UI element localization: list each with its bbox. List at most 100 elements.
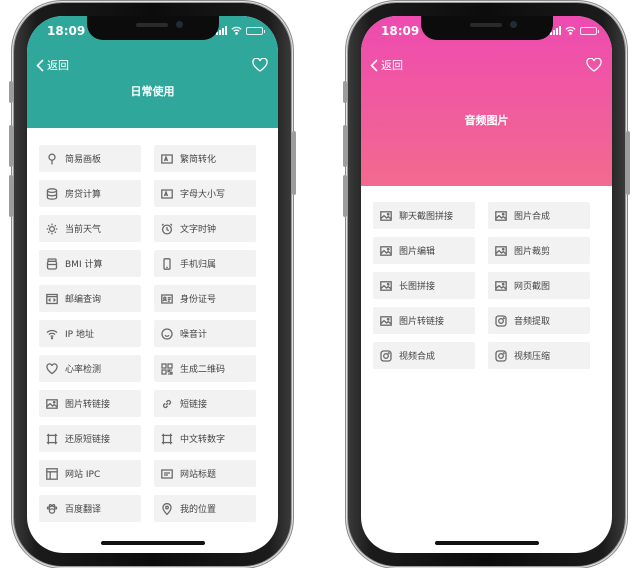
tool-item[interactable]: 长图拼接	[373, 272, 475, 299]
page-title: 音频图片	[464, 114, 509, 127]
expand-icon	[161, 433, 173, 445]
mute-switch	[9, 81, 13, 103]
status-icons	[550, 26, 599, 35]
tool-item[interactable]: 音频提取	[488, 307, 590, 334]
sun-icon	[46, 223, 58, 235]
volume-up-button	[343, 125, 347, 167]
tool-item[interactable]: 身份证号	[154, 285, 256, 312]
wifi-status-icon	[565, 26, 576, 35]
image-icon	[495, 280, 507, 292]
tool-label: 短链接	[180, 400, 208, 410]
tool-item[interactable]: 图片编辑	[373, 237, 475, 264]
notch	[86, 16, 219, 40]
page-title: 日常使用	[130, 85, 175, 98]
link-icon	[161, 398, 173, 410]
back-button[interactable]: 返回	[36, 57, 69, 73]
tool-label: 长图拼接	[399, 282, 436, 292]
tool-item[interactable]: 字母大小写	[154, 180, 256, 207]
volume-down-button	[9, 175, 13, 217]
tool-item[interactable]: 简易画板	[39, 145, 141, 172]
favorite-heart-icon[interactable]	[586, 58, 602, 72]
tool-item[interactable]: 百度翻译	[39, 495, 141, 522]
tool-item[interactable]: 视频压缩	[488, 342, 590, 369]
tool-label: 图片裁剪	[514, 247, 551, 257]
tool-item[interactable]: 文字时钟	[154, 215, 256, 242]
status-time: 18:09	[381, 24, 420, 38]
status-icons	[216, 26, 265, 35]
favorite-heart-icon[interactable]	[252, 58, 268, 72]
image-icon	[380, 280, 392, 292]
header-media: 18:09 返回 音频图片	[361, 16, 612, 186]
location-pin-icon	[161, 502, 173, 515]
tool-item[interactable]: BMI 计算	[39, 250, 141, 277]
text-box-icon	[161, 153, 173, 165]
speaker-icon	[135, 23, 168, 27]
tool-label: 中文转数字	[180, 435, 226, 445]
phone-icon	[161, 257, 173, 270]
power-button	[292, 131, 296, 195]
status-time: 18:09	[47, 24, 86, 38]
home-indicator[interactable]	[100, 541, 205, 545]
tool-label: 图片转链接	[65, 400, 111, 410]
tool-label: 手机归属	[180, 260, 217, 270]
chevron-left-icon	[36, 58, 44, 72]
tool-label: 视频压缩	[514, 352, 551, 362]
tool-item[interactable]: 短链接	[154, 390, 256, 417]
tool-item[interactable]: 心率检测	[39, 355, 141, 382]
tool-label: 身份证号	[180, 295, 217, 305]
tool-item[interactable]: 网站标题	[154, 460, 256, 487]
camera-icon	[380, 349, 392, 362]
tool-label: 字母大小写	[180, 190, 226, 200]
tool-label: 网页截图	[514, 282, 551, 292]
expand-icon	[46, 433, 58, 445]
screen-daily: 18:09 返回 日常使用 简易画板 繁简转化 房贷计算 字母大小写当前天气 文字时钟 B…	[27, 16, 278, 553]
tool-item[interactable]: 网页截图	[488, 272, 590, 299]
tool-label: 音频提取	[514, 317, 551, 327]
screen-media: 18:09 返回 音频图片 聊天截图拼接 图片合成图片编辑 图片裁剪长图拼接 网页截图…	[361, 16, 612, 553]
tool-label: 文字时钟	[180, 225, 217, 235]
tool-item[interactable]: 聊天截图拼接	[373, 202, 475, 229]
tool-label: 心率检测	[65, 365, 102, 375]
image-icon	[380, 315, 392, 327]
tool-label: 噪音计	[180, 330, 208, 340]
camera-icon	[495, 349, 507, 362]
pin-icon	[46, 153, 58, 165]
mute-switch	[343, 81, 347, 103]
tool-item[interactable]: 我的位置	[154, 495, 256, 522]
tool-item[interactable]: 生成二维码	[154, 355, 256, 382]
image-icon	[495, 210, 507, 222]
tool-item[interactable]: 还原短链接	[39, 425, 141, 452]
image-icon	[495, 245, 507, 257]
tool-item[interactable]: 图片合成	[488, 202, 590, 229]
tool-item[interactable]: IP 地址	[39, 320, 141, 347]
image-icon	[380, 245, 392, 257]
tool-item[interactable]: 视频合成	[373, 342, 475, 369]
tool-item[interactable]: 当前天气	[39, 215, 141, 242]
back-button[interactable]: 返回	[370, 57, 403, 73]
power-button	[626, 131, 630, 195]
qr-code-icon	[161, 362, 173, 375]
tool-label: 图片转链接	[399, 317, 445, 327]
tool-item[interactable]: 房贷计算	[39, 180, 141, 207]
tool-item[interactable]: 中文转数字	[154, 425, 256, 452]
tool-item[interactable]: 图片转链接	[39, 390, 141, 417]
tool-item[interactable]: 图片转链接	[373, 307, 475, 334]
volume-down-button	[343, 175, 347, 217]
tool-item[interactable]: 手机归属	[154, 250, 256, 277]
code-window-icon	[46, 293, 58, 305]
camera-icon	[495, 314, 507, 327]
notch	[420, 16, 553, 40]
smiley-icon	[161, 327, 173, 340]
tool-item[interactable]: 噪音计	[154, 320, 256, 347]
wifi-icon	[46, 328, 58, 340]
id-card-icon	[161, 293, 173, 305]
tool-item[interactable]: 邮编查询	[39, 285, 141, 312]
tool-label: 图片合成	[514, 212, 551, 222]
tool-label: BMI 计算	[65, 260, 103, 270]
home-indicator[interactable]	[434, 541, 539, 545]
tool-item[interactable]: 图片裁剪	[488, 237, 590, 264]
tool-item[interactable]: 网站 IPC	[39, 460, 141, 487]
speaker-icon	[469, 23, 502, 27]
back-label: 返回	[381, 59, 403, 72]
tool-item[interactable]: 繁简转化	[154, 145, 256, 172]
